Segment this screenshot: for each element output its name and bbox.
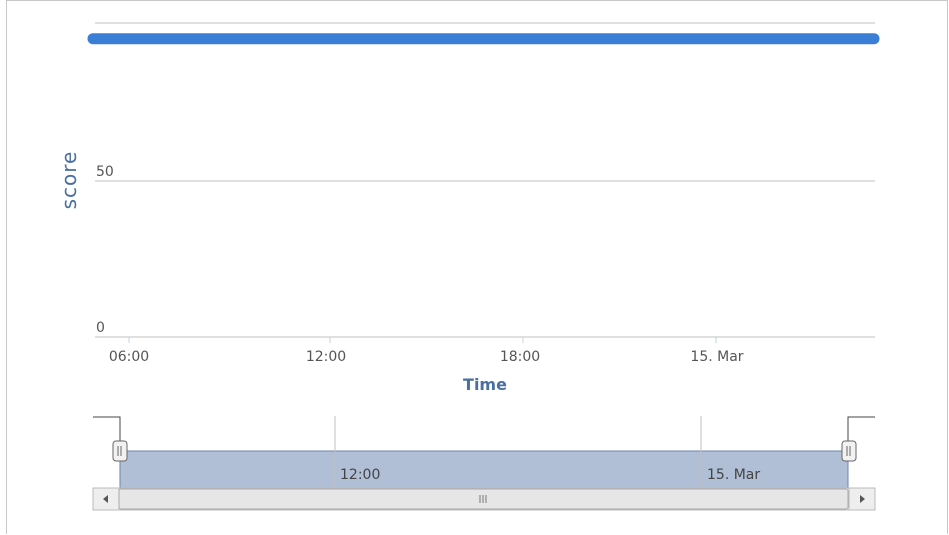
scrollbar-left-button[interactable] bbox=[92, 487, 120, 511]
scrollbar[interactable] bbox=[92, 487, 876, 511]
y-axis-title: score bbox=[57, 151, 81, 210]
x-axis-title: Time bbox=[463, 375, 507, 394]
navigator-tick-label-15mar: 15. Mar bbox=[707, 467, 760, 483]
x-tick-label-1800: 18:00 bbox=[500, 349, 540, 365]
x-tick-label-1200: 12:00 bbox=[306, 349, 346, 365]
y-tick-label-50: 50 bbox=[96, 164, 114, 180]
x-tick-label-15mar: 15. Mar bbox=[690, 349, 743, 365]
y-tick-label-0: 0 bbox=[96, 320, 105, 336]
navigator-handle-right[interactable] bbox=[841, 440, 857, 462]
navigator-handle-left[interactable] bbox=[112, 440, 128, 462]
scrollbar-right-button[interactable] bbox=[848, 487, 876, 511]
x-tick-label-0600: 06:00 bbox=[109, 349, 149, 365]
navigator-tick-label-1200: 12:00 bbox=[340, 467, 380, 483]
navigator[interactable]: 12:00 15. Mar bbox=[93, 416, 875, 489]
chart: 50 0 score 06:00 12:00 18:00 15. Mar Tim… bbox=[57, 22, 880, 511]
